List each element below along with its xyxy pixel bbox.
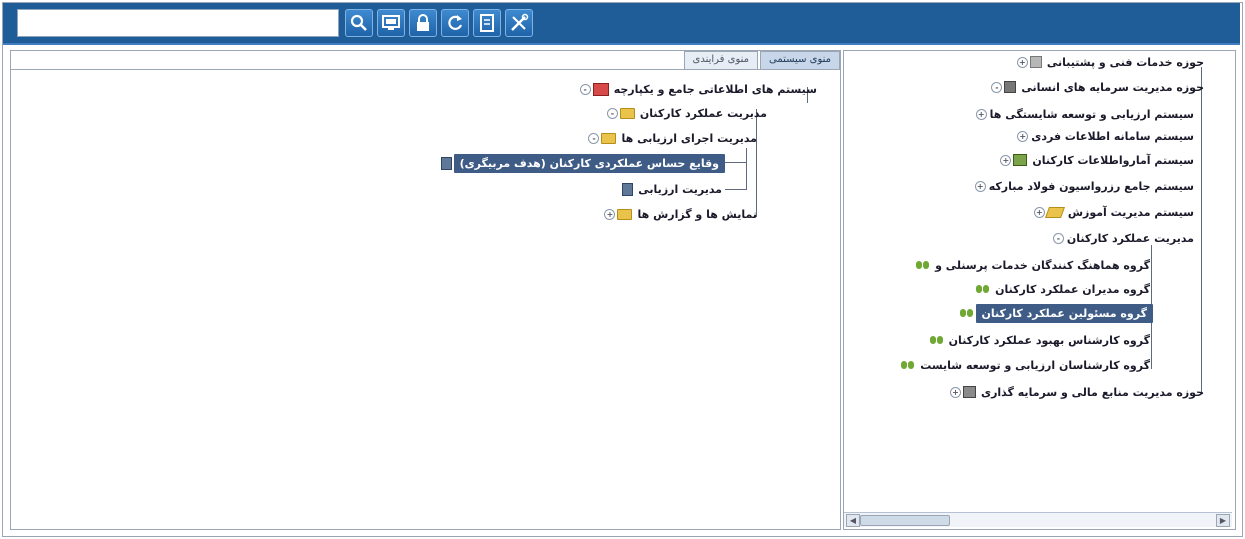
tree-node-selected[interactable]: وقایع حساس عملکردی کارکنان (هدف مربیگری) <box>439 153 725 173</box>
scroll-thumb[interactable] <box>860 515 950 526</box>
tree-node[interactable]: - مدیریت عملکرد کارکنان <box>1051 229 1197 247</box>
education-icon <box>1044 206 1065 218</box>
refresh-icon[interactable] <box>441 9 469 37</box>
tree-node[interactable]: + سیستم جامع رزرواسیون فولاد مبارکه <box>973 177 1197 195</box>
toolbar <box>3 3 1240 45</box>
tab-process-menu[interactable]: منوی فرایندی <box>683 51 758 70</box>
tree-node[interactable]: + سیستم سامانه اطلاعات فردی <box>1015 127 1197 145</box>
folder-icon <box>617 208 633 220</box>
tree-node[interactable]: + حوزه خدمات فنی و پشتیبانی <box>1015 53 1207 71</box>
folder-icon <box>601 132 617 144</box>
tree-node-selected[interactable]: گروه مسئولین عملکرد کارکنان <box>958 303 1153 323</box>
scroll-right-icon[interactable]: ▶ <box>1216 514 1230 527</box>
tree-node[interactable]: + سیستم آمارواطلاعات کارکنان <box>998 151 1197 169</box>
group-icon <box>916 260 930 270</box>
tree-node[interactable]: - مدیریت اجرای ارزیابی ها <box>586 129 760 147</box>
people-icon <box>1004 81 1017 93</box>
search-input[interactable] <box>17 9 339 37</box>
organization-tree-panel: + حوزه خدمات فنی و پشتیبانی - حوزه مدیری… <box>843 50 1236 530</box>
system-icon <box>592 82 609 96</box>
tree-node[interactable]: گروه مدیران عملکرد کارکنان <box>974 280 1153 298</box>
document-icon <box>440 156 452 170</box>
tab-divider <box>11 69 840 70</box>
group-icon <box>901 360 915 370</box>
building-icon <box>1029 56 1042 68</box>
document-icon <box>622 182 634 196</box>
tree-node[interactable]: مدیریت ارزیابی <box>620 180 725 198</box>
tree-node[interactable]: + سیستم ارزیابی و توسعه شایستگی ها <box>974 105 1197 123</box>
lock-icon[interactable] <box>409 9 437 37</box>
system-menu-panel: منوی سیستمی منوی فرایندی - سیستم های اطل… <box>10 50 841 530</box>
tree-node[interactable]: - سیستم های اطلاعاتی جامع و یکپارچه <box>578 80 820 98</box>
folder-icon <box>619 107 635 119</box>
tab-strip: منوی سیستمی منوی فرایندی <box>682 51 840 70</box>
search-icon[interactable] <box>345 9 373 37</box>
document-icon[interactable] <box>473 9 501 37</box>
group-icon <box>929 335 944 345</box>
stats-icon <box>1013 154 1028 166</box>
horizontal-scrollbar[interactable]: ◀ ▶ <box>844 512 1232 527</box>
tree-node[interactable]: + نمایش ها و گزارش ها <box>602 205 760 223</box>
tree-node[interactable]: + حوزه مدیریت منابع مالی و سرمایه گذاری <box>948 383 1207 401</box>
tab-system-menu[interactable]: منوی سیستمی <box>760 51 840 70</box>
finance-icon <box>963 386 976 398</box>
monitor-icon[interactable] <box>377 9 405 37</box>
tree-node[interactable]: گروه کارشناسان ارزیابی و توسعه شایست <box>899 356 1153 374</box>
scroll-left-icon[interactable]: ◀ <box>846 514 860 527</box>
tree-node[interactable]: + سیستم مدیریت آموزش <box>1032 203 1197 221</box>
tree-node[interactable]: - مدیریت عملکرد کارکنان <box>605 104 770 122</box>
group-icon <box>976 284 990 294</box>
group-icon <box>959 308 974 318</box>
tools-icon[interactable] <box>505 9 533 37</box>
tree-node[interactable]: گروه کارشناس بهبود عملکرد کارکنان <box>928 331 1153 349</box>
tree-node[interactable]: - حوزه مدیریت سرمایه های انسانی <box>989 78 1207 96</box>
tree-node[interactable]: گروه هماهنگ کنندگان خدمات پرسنلی و <box>914 256 1153 274</box>
